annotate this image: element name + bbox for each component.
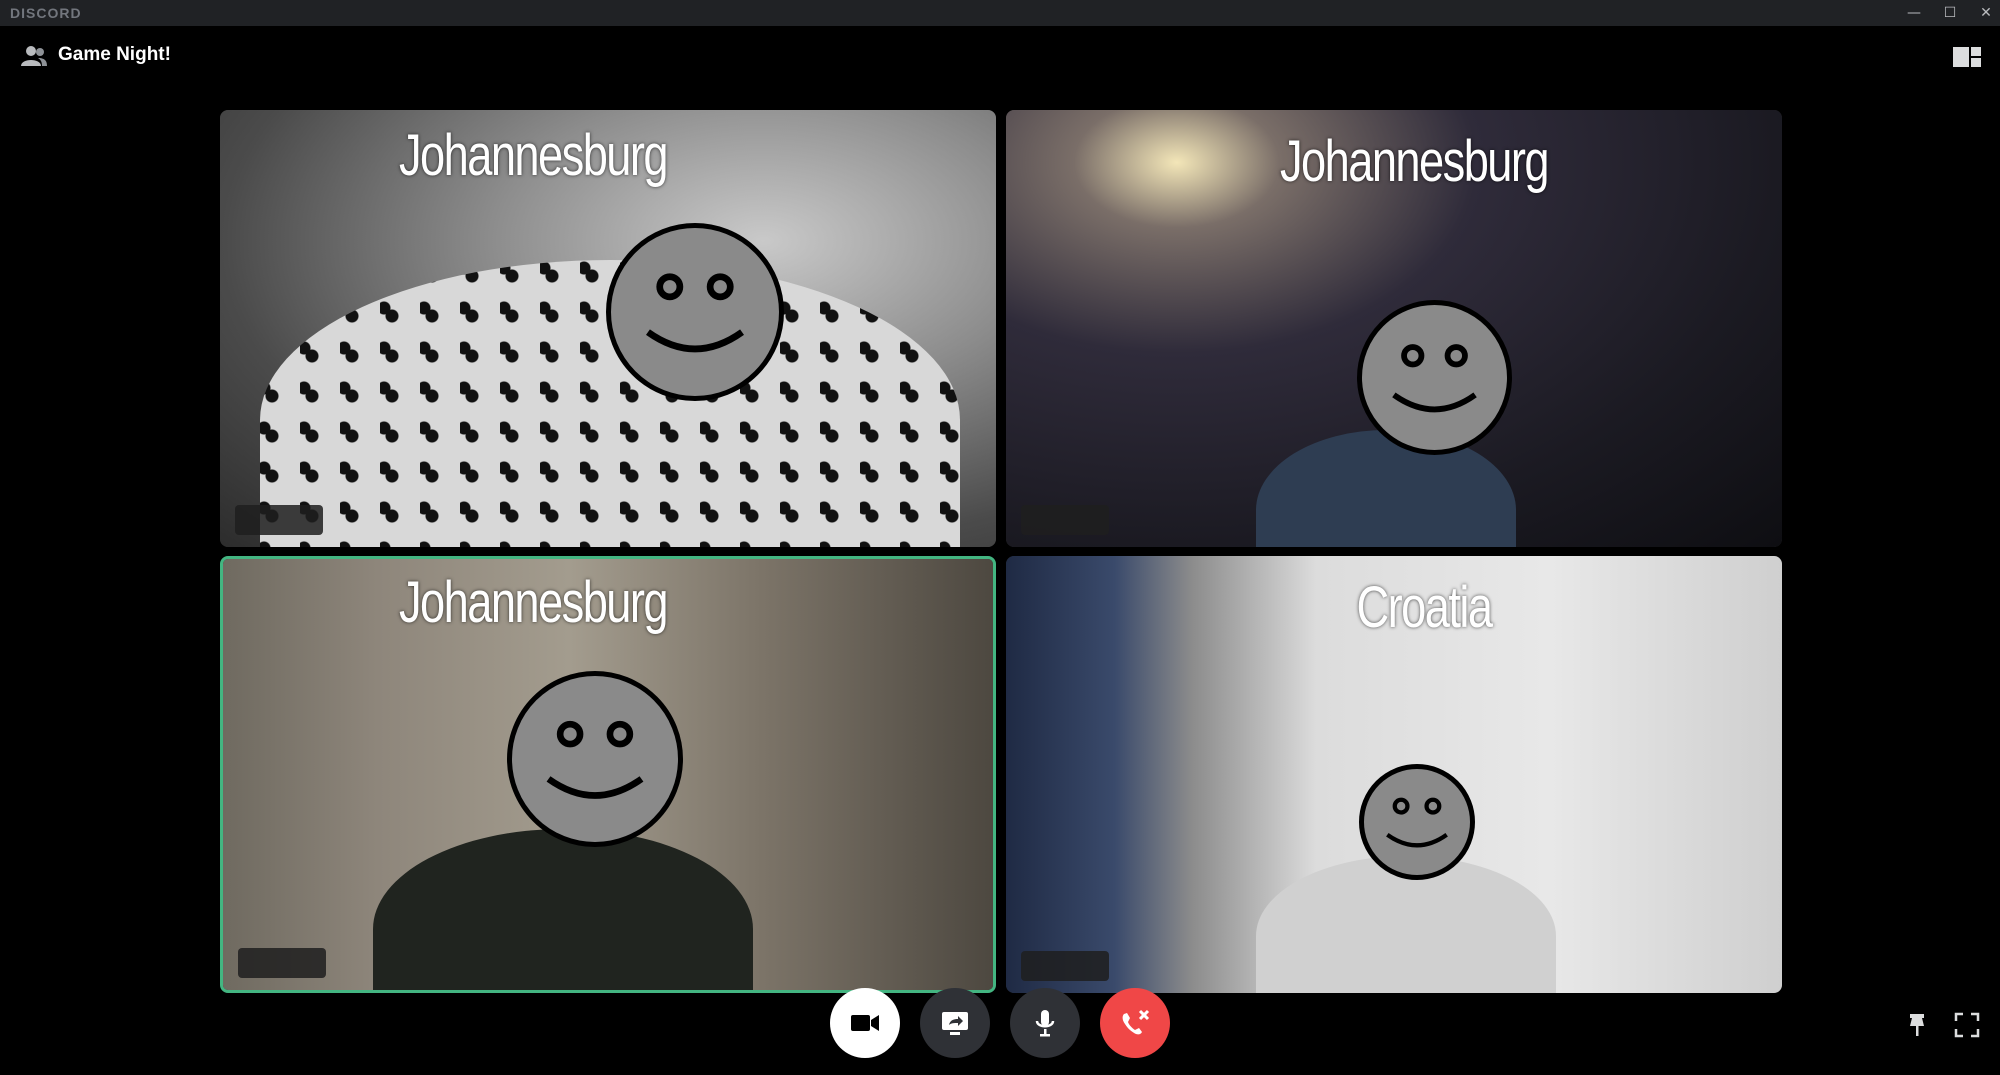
screen-share-icon [942, 1012, 968, 1035]
minimize-button[interactable]: — [1896, 0, 1932, 26]
call-controls [830, 988, 1170, 1060]
maximize-button[interactable]: ☐ [1932, 0, 1968, 26]
window-titlebar: DISCORD — ☐ ✕ [0, 0, 2000, 26]
toggle-mic-button[interactable] [1010, 988, 1080, 1058]
location-overlay: Johannesburg [398, 123, 669, 188]
location-overlay: Croatia [1356, 575, 1493, 640]
channel-name: Game Night! [58, 44, 171, 65]
share-screen-button[interactable] [920, 988, 990, 1058]
fullscreen-icon[interactable] [1954, 1012, 1980, 1038]
location-overlay: Johannesburg [1279, 129, 1550, 194]
video-tile[interactable]: Croatia [1006, 556, 1782, 993]
toggle-camera-button[interactable] [830, 988, 900, 1058]
location-overlay: Johannesburg [398, 570, 669, 635]
call-header: Game Night! [0, 26, 2000, 86]
microphone-icon [1035, 1010, 1055, 1037]
close-button[interactable]: ✕ [1968, 0, 2000, 26]
layout-grid-icon[interactable] [1952, 46, 1982, 68]
participant-name-tag [235, 505, 323, 535]
participant-name-tag [1021, 951, 1109, 981]
app-brand: DISCORD [10, 5, 82, 21]
disconnect-button[interactable] [1100, 988, 1170, 1058]
video-tile-speaking[interactable]: Johannesburg [220, 556, 996, 993]
video-tile[interactable]: Johannesburg [1006, 110, 1782, 547]
smiley-face-icon [1359, 764, 1475, 880]
smiley-face-icon [606, 223, 784, 401]
pin-icon[interactable] [1904, 1012, 1930, 1038]
video-tile[interactable]: Johannesburg [220, 110, 996, 547]
smiley-face-icon [507, 671, 683, 847]
participant-name-tag [1021, 505, 1109, 535]
disconnect-call-icon [1122, 1009, 1150, 1035]
smiley-face-icon [1357, 300, 1512, 455]
participant-name-tag [238, 948, 326, 978]
video-grid: Johannesburg Johannesburg Johannesburg C… [220, 110, 1782, 993]
video-camera-icon [851, 1015, 879, 1031]
group-users-icon [21, 46, 47, 66]
